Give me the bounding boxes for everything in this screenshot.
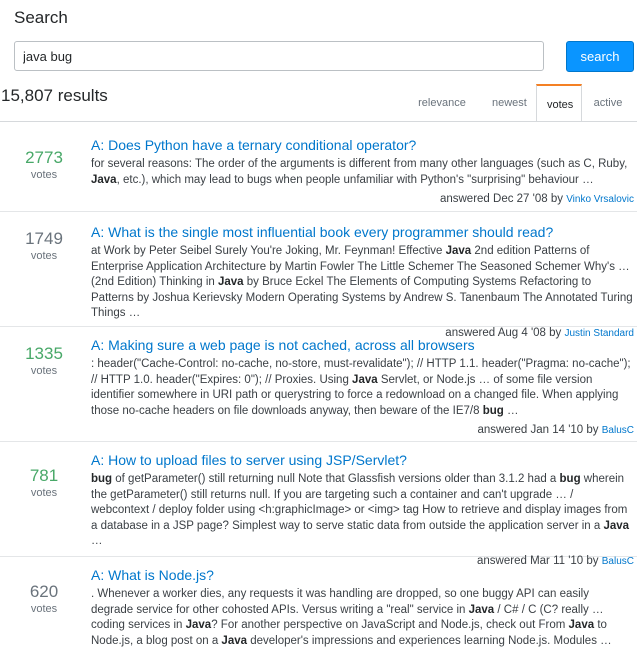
vote-box: 1749 votes [14,229,74,263]
excerpt-text: at Work by Peter Seibel Surely You're Jo… [91,245,446,257]
vote-count: 1335 [25,344,63,363]
excerpt-text: developer's impressions and experiences … [247,634,612,647]
vote-count: 620 [29,582,59,601]
result-title-link[interactable]: A: Making sure a web page is not cached,… [91,337,634,354]
result-meta: answered Jan 14 '10 by BalusC [91,424,634,436]
vote-box: 620 votes [14,582,74,616]
result-excerpt: bug of getParameter() still returning nu… [91,472,634,550]
highlighted-term: bug [482,404,504,417]
highlighted-term: Java [603,519,630,532]
result-meta: answered Dec 27 '08 by Vinko Vrsalovic [91,193,634,205]
result-title-link[interactable]: A: What is Node.js? [91,567,634,584]
result-summary: A: What is Node.js? . Whenever a worker … [91,567,634,649]
excerpt-text: … [503,404,519,417]
user-link[interactable]: BalusC [602,425,634,436]
result-title-link[interactable]: A: What is the single most influential b… [91,224,634,241]
highlighted-term: Java [468,603,495,616]
tab-active[interactable]: active [582,84,634,122]
tab-relevance[interactable]: relevance [402,84,482,122]
highlighted-term: Java [221,634,248,647]
vote-count: 781 [29,466,59,485]
search-result: 1749 votes A: What is the single most in… [0,211,637,339]
vote-box: 1335 votes [14,344,74,378]
highlighted-term: Java [352,373,378,386]
vote-label: votes [30,365,58,377]
search-result: 620 votes A: What is Node.js? . Whenever… [0,556,637,647]
result-title-link[interactable]: A: Does Python have a ternary conditiona… [91,137,634,154]
search-button[interactable]: search [566,41,634,72]
results-count: 15,807 results [1,86,108,105]
tab-newest[interactable]: newest [482,84,536,122]
vote-label: votes [30,603,58,615]
vote-label: votes [30,169,58,181]
highlighted-term: Java [445,245,472,257]
highlighted-term: Java [568,619,595,631]
vote-label: votes [30,487,58,499]
search-input[interactable] [14,41,544,71]
vote-box: 781 votes [14,466,74,500]
result-summary: A: How to upload files to server using J… [91,452,634,567]
search-result: 2773 votes A: Does Python have a ternary… [0,122,637,212]
vote-box: 2773 votes [14,148,74,182]
search-result: 781 votes A: How to upload files to serv… [0,441,637,567]
result-summary: A: Does Python have a ternary conditiona… [91,137,634,205]
excerpt-text: , etc.), which may lead to bugs when peo… [116,173,594,186]
result-excerpt: for several reasons: The order of the ar… [91,157,634,188]
excerpt-text: of getParameter() still returning null N… [112,473,560,485]
page-title: Search [14,8,68,27]
vote-label: votes [30,250,58,262]
result-excerpt: : header("Cache-Control: no-cache, no-st… [91,357,634,419]
excerpt-text: ? For another perspective on JavaScript … [211,619,569,631]
highlighted-term: Java [91,173,117,186]
result-title-link[interactable]: A: How to upload files to server using J… [91,452,634,469]
result-summary: A: Making sure a web page is not cached,… [91,337,634,436]
excerpt-text: … [91,535,103,547]
highlighted-term: Java [218,276,244,288]
search-result: 1335 votes A: Making sure a web page is … [0,326,637,442]
sort-tabs: relevance newest votes active [402,84,634,122]
result-excerpt: at Work by Peter Seibel Surely You're Jo… [91,244,634,322]
answered-date: answered Jan 14 '10 by [477,424,599,436]
highlighted-term: Java [185,619,212,631]
vote-count: 2773 [25,148,63,167]
highlighted-term: bug [91,473,113,485]
excerpt-text: for several reasons: The order of the ar… [91,158,628,170]
highlighted-term: bug [559,473,581,485]
user-link[interactable]: Vinko Vrsalovic [566,194,634,205]
vote-count: 1749 [25,229,63,248]
result-summary: A: What is the single most influential b… [91,224,634,339]
tab-votes[interactable]: votes [536,84,582,122]
answered-date: answered Dec 27 '08 by [439,193,563,205]
